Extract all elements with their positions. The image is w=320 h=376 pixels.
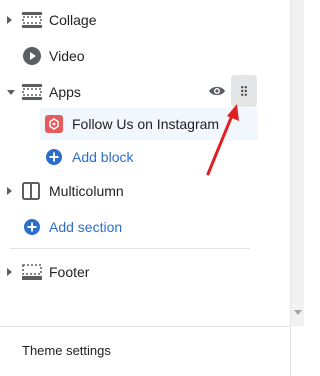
annotation-arrow: [206, 104, 239, 176]
